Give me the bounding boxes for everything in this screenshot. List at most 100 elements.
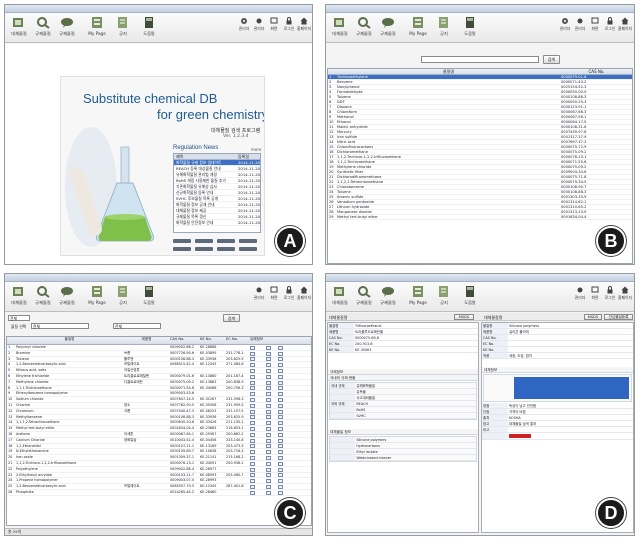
info-box-icon[interactable] [266,479,271,484]
toolbar-regulation-button[interactable]: 규제물질 [353,16,375,37]
info-box-icon[interactable] [278,409,283,414]
info-box-icon[interactable] [250,467,255,472]
info-box-icon[interactable] [250,432,255,437]
toolbar-substitute-button[interactable]: 대체물질 [8,285,30,306]
toolbar-help-button[interactable]: 도움말 [459,16,481,37]
screen-button[interactable]: 화면 [588,286,602,301]
info-box-icon[interactable] [266,438,271,443]
info-box-icon[interactable] [266,357,271,362]
screen-button[interactable]: 화면 [267,286,281,301]
info-box-icon[interactable] [250,380,255,385]
toolbar-regulation-button[interactable]: 규제물질 [32,16,54,37]
toolbar-substitute-button[interactable]: 대체물질 [329,16,351,37]
category-select[interactable]: 전체 [8,315,30,321]
search-button[interactable]: 검색 [223,314,240,322]
info-box-icon[interactable] [266,386,271,391]
info-box-icon[interactable] [266,455,271,460]
info-box-icon[interactable] [250,386,255,391]
info-box-icon[interactable] [250,397,255,402]
info-box-icon[interactable] [266,426,271,431]
info-box-icon[interactable] [278,392,283,397]
info-box-icon[interactable] [266,490,271,495]
info-box-icon[interactable] [278,374,283,379]
info-box-icon[interactable] [278,426,283,431]
info-box-icon[interactable] [250,392,255,397]
toolbar-help-button[interactable]: 도움말 [459,285,481,306]
info-box-icon[interactable] [250,479,255,484]
toolbar-help-button[interactable]: 도움말 [138,16,160,37]
info-box-icon[interactable] [266,392,271,397]
toolbar-regulation-button[interactable]: 규제물질 [32,285,54,306]
news-item[interactable]: 화학물질 안전정보 안내 2014-11-20 [174,220,260,226]
toolbar-substitute-button[interactable]: 대체물질 [329,285,351,306]
table-row[interactable]: 26 Phosphate 0014265-44-2 KE-28460 [7,490,311,496]
info-box-icon[interactable] [250,450,255,455]
homepage-button[interactable]: 홈페이지 [618,17,632,32]
info-box-icon[interactable] [278,455,283,460]
info-box-icon[interactable] [278,484,283,489]
info-box-icon[interactable] [278,386,283,391]
info-box-icon[interactable] [278,438,283,443]
info-box-icon[interactable] [250,444,255,449]
info-box-icon[interactable] [278,403,283,408]
homepage-button[interactable]: 홈페이지 [618,286,632,301]
info-box-icon[interactable] [250,490,255,495]
info-box-icon[interactable] [250,426,255,431]
info-box-icon[interactable] [266,368,271,373]
toolbar-substitute-button[interactable]: 대체물질 [8,16,30,37]
info-box-icon[interactable] [266,461,271,466]
toolbar-mypage-button[interactable]: My Page [407,16,429,36]
info-box-icon[interactable] [278,415,283,420]
toolbar-notice-button[interactable]: 공지 [112,285,134,306]
toolbar-regulation2-button[interactable]: 규제물질 [56,285,78,306]
info-box-icon[interactable] [266,421,271,426]
toolbar-regulation-button[interactable]: 규제물질 [353,285,375,306]
info-box-icon[interactable] [266,432,271,437]
info-box-icon[interactable] [266,467,271,472]
toolbar-regulation2-button[interactable]: 규제물질 [56,16,78,37]
news-more-link[interactable]: more [251,147,261,152]
info-box-icon[interactable] [250,345,255,350]
search-input[interactable] [421,56,539,63]
toolbar-help-button[interactable]: 도움말 [138,285,160,306]
info-box-icon[interactable] [278,467,283,472]
toolbar-regulation2-button[interactable]: 규제물질 [377,285,399,306]
info-box-icon[interactable] [266,380,271,385]
homepage-button[interactable]: 홈페이지 [297,17,311,32]
msds-button-left[interactable]: MSDS [454,314,474,320]
info-box-icon[interactable] [278,461,283,466]
info-box-icon[interactable] [250,421,255,426]
toolbar-mypage-button[interactable]: My Page [407,285,429,305]
info-box-icon[interactable] [266,351,271,356]
info-box-icon[interactable] [266,345,271,350]
info-box-icon[interactable] [250,484,255,489]
info-box-icon[interactable] [250,351,255,356]
info-box-icon[interactable] [266,473,271,478]
login-button[interactable]: 로그인 [603,17,617,32]
search-button[interactable]: 검색 [543,55,560,64]
screen-button[interactable]: 화면 [267,17,281,32]
info-box-icon[interactable] [278,490,283,495]
info-box-icon[interactable] [278,444,283,449]
admin-gear-button[interactable]: 관리자 [558,17,572,32]
info-box-icon[interactable] [266,363,271,368]
info-box-icon[interactable] [266,444,271,449]
substance-select[interactable]: 전체 [31,323,89,329]
info-box-icon[interactable] [278,345,283,350]
admin-settings-button[interactable]: 관리자 [252,17,266,32]
list-item[interactable]: 29 Methyl tert-butyl ether 0001634-04-4 [328,215,632,220]
info-box-icon[interactable] [266,403,271,408]
info-box-icon[interactable] [250,415,255,420]
info-box-icon[interactable] [278,363,283,368]
info-box-icon[interactable] [278,380,283,385]
info-box-icon[interactable] [250,374,255,379]
info-box-icon[interactable] [278,421,283,426]
admin-gear-button[interactable]: 관리자 [237,17,251,32]
info-box-icon[interactable] [278,450,283,455]
toolbar-mypage-button[interactable]: My Page [86,16,108,36]
info-box-icon[interactable] [250,403,255,408]
info-box-icon[interactable] [266,397,271,402]
add-favorite-button[interactable]: 관심물질등록 [604,314,633,320]
info-box-icon[interactable] [278,357,283,362]
admin-settings-button[interactable]: 관리자 [252,286,266,301]
